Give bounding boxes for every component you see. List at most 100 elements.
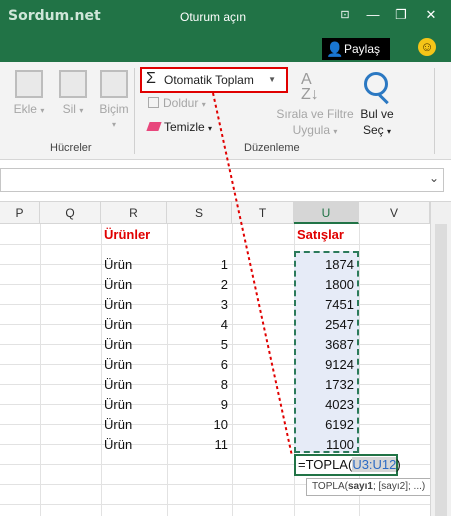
formula-input[interactable]: ⌄ bbox=[0, 168, 444, 192]
share-label: Paylaş bbox=[344, 42, 381, 56]
clear-button[interactable]: Temizle ▾ bbox=[146, 120, 212, 134]
product-cell[interactable]: Ürün bbox=[104, 255, 132, 275]
sales-cell[interactable]: 2547 bbox=[296, 315, 354, 335]
product-cell[interactable]: Ürün bbox=[104, 375, 132, 395]
number-cell[interactable]: 4 bbox=[170, 315, 228, 335]
number-cell[interactable]: 5 bbox=[170, 335, 228, 355]
formula-prefix: =TOPLA( bbox=[298, 457, 353, 472]
eraser-icon bbox=[146, 122, 162, 131]
product-cell[interactable]: Ürün bbox=[104, 315, 132, 335]
editing-group-label: Düzenleme bbox=[244, 142, 300, 154]
ribbon-display-icon[interactable]: ⊡ bbox=[332, 4, 358, 26]
sigma-icon: Σ bbox=[146, 70, 156, 87]
product-cell[interactable]: Ürün bbox=[104, 295, 132, 315]
grid-col-line bbox=[40, 224, 41, 516]
number-cell[interactable]: 8 bbox=[170, 375, 228, 395]
product-cell[interactable]: Ürün bbox=[104, 275, 132, 295]
insert-label: Ekle bbox=[13, 102, 37, 116]
number-cell[interactable]: 3 bbox=[170, 295, 228, 315]
feedback-smiley-icon[interactable]: ☺ bbox=[418, 38, 436, 56]
watermark: Sordum.net bbox=[8, 8, 101, 24]
column-header-r[interactable]: R bbox=[101, 202, 167, 224]
find-magnifier-icon bbox=[364, 72, 388, 96]
insert-cells-icon bbox=[15, 70, 43, 98]
number-cell[interactable]: 10 bbox=[170, 415, 228, 435]
format-label: Biçim bbox=[99, 102, 129, 116]
product-cell[interactable]: Ürün bbox=[104, 415, 132, 435]
sales-cell[interactable]: 1800 bbox=[296, 275, 354, 295]
function-tooltip[interactable]: TOPLA(sayı1; [sayı2]; ...) bbox=[306, 478, 442, 496]
formula-bar: ⌄ bbox=[0, 160, 451, 202]
tooltip-arg1[interactable]: sayı1 bbox=[348, 481, 373, 492]
fill-down-icon bbox=[148, 97, 159, 108]
sort-filter-label-2: Uygula bbox=[292, 123, 330, 137]
delete-label: Sil bbox=[62, 102, 76, 116]
column-header-q[interactable]: Q bbox=[40, 202, 101, 224]
sales-cell[interactable]: 4023 bbox=[296, 395, 354, 415]
close-button[interactable]: ✕ bbox=[418, 4, 444, 26]
sort-filter-label-1: Sırala ve Filtre bbox=[276, 107, 354, 121]
number-cell[interactable]: 2 bbox=[170, 275, 228, 295]
find-label-1: Bul ve bbox=[360, 107, 394, 121]
grid-row-line bbox=[0, 244, 430, 245]
grid-col-line bbox=[101, 224, 102, 516]
products-header-cell[interactable]: Ürünler bbox=[104, 225, 150, 245]
scrollbar-thumb[interactable] bbox=[435, 224, 447, 516]
formula-range-ref: U3:U12 bbox=[352, 457, 397, 472]
autosum-label: Otomatik Toplam bbox=[164, 73, 254, 87]
number-cell[interactable]: 6 bbox=[170, 355, 228, 375]
expand-formula-bar-icon[interactable]: ⌄ bbox=[429, 171, 439, 185]
insert-cells-button[interactable]: Ekle ▾ bbox=[12, 70, 46, 116]
sales-cell[interactable]: 1100 bbox=[296, 435, 354, 455]
sales-cell[interactable]: 9124 bbox=[296, 355, 354, 375]
sales-cell[interactable]: 1732 bbox=[296, 375, 354, 395]
format-cells-button[interactable]: Biçim ▾ bbox=[96, 70, 132, 130]
group-separator bbox=[134, 68, 135, 154]
minimize-button[interactable]: — bbox=[360, 4, 386, 26]
sales-header-cell[interactable]: Satışlar bbox=[297, 225, 344, 245]
column-header-v[interactable]: V bbox=[359, 202, 430, 224]
column-header-t[interactable]: T bbox=[232, 202, 294, 224]
product-cell[interactable]: Ürün bbox=[104, 395, 132, 415]
clear-label: Temizle bbox=[164, 120, 205, 134]
sales-cell[interactable]: 6192 bbox=[296, 415, 354, 435]
sort-filter-button[interactable]: Sırala ve Filtre Uygula ▾ bbox=[272, 106, 358, 140]
grid-col-line bbox=[232, 224, 233, 516]
number-cell[interactable]: 9 bbox=[170, 395, 228, 415]
grid-col-line bbox=[167, 224, 168, 516]
format-cells-icon bbox=[100, 70, 128, 98]
product-cell[interactable]: Ürün bbox=[104, 335, 132, 355]
column-header-p[interactable]: P bbox=[0, 202, 40, 224]
tooltip-function[interactable]: TOPLA( bbox=[312, 481, 348, 492]
title-bar: Sordum.net Oturum açın ⊡ — ❐ ✕ 👤 Paylaş … bbox=[0, 0, 451, 62]
person-icon: 👤 bbox=[326, 41, 344, 57]
autosum-button[interactable]: Σ Otomatik Toplam ▼ bbox=[140, 67, 288, 93]
product-cell[interactable]: Ürün bbox=[104, 355, 132, 375]
grid-row-line bbox=[0, 504, 430, 505]
find-label-2: Seç bbox=[362, 123, 384, 137]
sales-cell[interactable]: 7451 bbox=[296, 295, 354, 315]
maximize-button[interactable]: ❐ bbox=[388, 4, 414, 26]
tooltip-rest: ; [sayı2]; ...) bbox=[372, 481, 426, 492]
vertical-scrollbar[interactable] bbox=[430, 202, 451, 516]
active-formula-cell[interactable]: =TOPLA(U3:U12) bbox=[294, 454, 401, 476]
sort-filter-icon: A Z↓ bbox=[301, 71, 319, 103]
number-cell[interactable]: 11 bbox=[170, 435, 229, 455]
column-header-u[interactable]: U bbox=[294, 202, 359, 224]
sign-in-link[interactable]: Oturum açın bbox=[180, 10, 246, 24]
cells-group-label: Hücreler bbox=[50, 142, 92, 154]
fill-button[interactable]: Doldur ▾ bbox=[148, 96, 206, 110]
fill-label: Doldur bbox=[163, 96, 199, 110]
share-button[interactable]: 👤 Paylaş bbox=[322, 38, 390, 60]
number-cell[interactable]: 1 bbox=[170, 255, 228, 275]
find-select-button[interactable]: Bul ve Seç ▾ bbox=[354, 106, 400, 140]
sales-cell[interactable]: 3687 bbox=[296, 335, 354, 355]
delete-cells-icon bbox=[59, 70, 87, 98]
sales-cell[interactable]: 1874 bbox=[296, 255, 354, 275]
group-separator bbox=[434, 68, 435, 154]
product-cell[interactable]: Ürün bbox=[104, 435, 132, 455]
delete-cells-button[interactable]: Sil ▾ bbox=[56, 70, 90, 116]
column-header-s[interactable]: S bbox=[167, 202, 232, 224]
chevron-down-icon[interactable]: ▼ bbox=[268, 69, 276, 91]
formula-suffix: ) bbox=[396, 457, 401, 472]
